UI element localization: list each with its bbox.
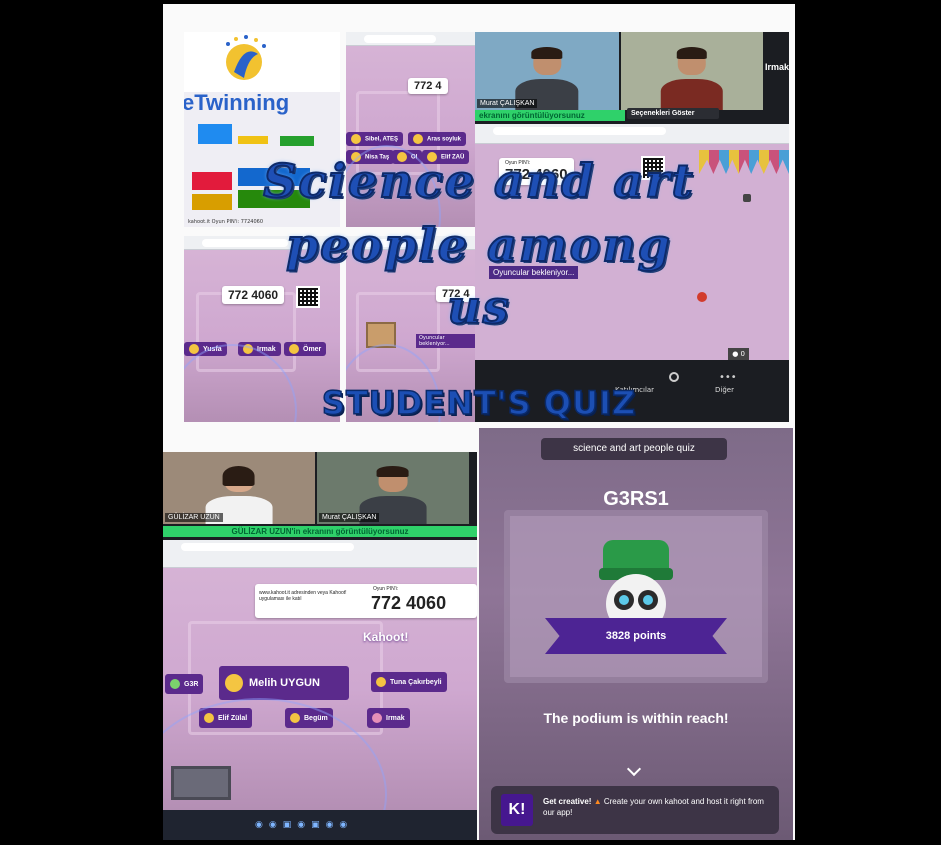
podium-message: The podium is within reach!	[543, 710, 729, 726]
collage-title-line2: people among	[285, 217, 672, 273]
video-tile: Murat ÇALIŞKAN	[317, 452, 469, 524]
player-chip: Irmak	[238, 342, 281, 356]
quiz-title-pill: science and art people quiz	[541, 438, 727, 460]
browser-bar	[346, 32, 476, 46]
etwinning-area	[184, 32, 340, 92]
points-ribbon: 3828 points	[545, 618, 727, 654]
panel-bottom-left: GÜLİZAR UZUN Murat ÇALIŞKAN GÜLİZAR UZUN…	[163, 452, 477, 840]
participant-side-name: Irmak	[765, 62, 789, 72]
share-notice: GÜLİZAR UZUN'in ekranını görüntülüyorsun…	[163, 526, 477, 537]
participant-name: GÜLİZAR UZUN	[165, 513, 223, 522]
participant-video	[660, 46, 724, 110]
options-button[interactable]: Seçenekleri Göster	[627, 108, 719, 119]
taskbar-icons[interactable]: ◉◉▣◉▣◉◉	[255, 820, 353, 830]
player-chip: Tuna Çakırbeyli	[371, 672, 447, 692]
flame-icon: ▲	[593, 797, 602, 806]
chevron-down-icon[interactable]	[626, 761, 642, 777]
banner-text: Get creative! ▲ Create your own kahoot a…	[543, 796, 769, 818]
more-icon[interactable]: •••	[719, 372, 737, 383]
black-letterbox: eTwinning kahoot.it Oyun PIN'i: 7724060 …	[0, 0, 941, 845]
player-chip: Irmak	[367, 708, 410, 728]
player-chip: Ömer	[284, 342, 327, 356]
banner-bold: Get creative!	[543, 797, 592, 806]
player-chip: Yusfa	[184, 342, 227, 356]
kahoot-logo: Kahoot!	[363, 630, 409, 644]
collage-title-line1: Science and art	[262, 153, 695, 209]
pin-value: 772 4060	[371, 593, 447, 613]
monitor-graphic	[171, 766, 231, 800]
pin-value: 772 4	[414, 80, 442, 92]
player-chip: Begüm	[285, 708, 333, 728]
etwinning-logo-text: eTwinning	[184, 90, 290, 115]
panel-bottom-right: science and art people quiz G3RS1 3828 p…	[479, 428, 793, 840]
pin-box: 772 4	[408, 78, 448, 94]
player-chip: Elif Zülal	[199, 708, 253, 728]
etwinning-logo-icon	[226, 35, 266, 80]
create-banner[interactable]: K! Get creative! ▲ Create your own kahoo…	[491, 786, 779, 834]
join-text: www.kahoot.it adresinden veya Kahoot! uy…	[259, 590, 347, 602]
collage-title-line3: us	[446, 279, 511, 335]
participant-name: Murat ÇALIŞKAN	[477, 99, 538, 108]
shared-screen: www.kahoot.it adresinden veya Kahoot! uy…	[163, 540, 477, 840]
participant-name: Murat ÇALIŞKAN	[319, 513, 380, 522]
video-tile: Murat ÇALIŞKAN	[475, 32, 619, 110]
points-value: 3828 points	[605, 630, 667, 642]
player-chip: Sibel, ATEŞ	[346, 132, 404, 146]
kahoot-k-logo: K!	[501, 794, 533, 826]
participant-count: ● 0	[728, 348, 749, 360]
pin-label: Oyun PIN'i:	[373, 586, 399, 592]
collage-subtitle: STUDENT'S QUIZ	[321, 383, 637, 423]
video-tile	[621, 32, 763, 110]
player-chip: Aras soyluk	[408, 132, 467, 146]
featured-player-chip: Melih UYGUN	[219, 666, 349, 700]
browser-bar	[163, 540, 477, 568]
collage-sheet: eTwinning kahoot.it Oyun PIN'i: 7724060 …	[163, 4, 795, 840]
sunglasses-avatar-icon	[225, 674, 243, 692]
share-notice: ekranını görüntülüyorsunuz	[475, 110, 625, 121]
pin-box: www.kahoot.it adresinden veya Kahoot! uy…	[255, 584, 477, 618]
video-tile: GÜLİZAR UZUN	[163, 452, 315, 524]
player-chip: G3R	[165, 674, 204, 694]
people-icon: ●	[732, 350, 739, 358]
player-nickname: G3RS1	[603, 488, 669, 510]
waiting-tag: Oyuncular bekleniyor...	[416, 334, 476, 348]
windows-taskbar: ◉◉▣◉▣◉◉	[163, 810, 477, 840]
browser-bar	[475, 124, 789, 144]
gear-icon[interactable]	[669, 372, 679, 382]
